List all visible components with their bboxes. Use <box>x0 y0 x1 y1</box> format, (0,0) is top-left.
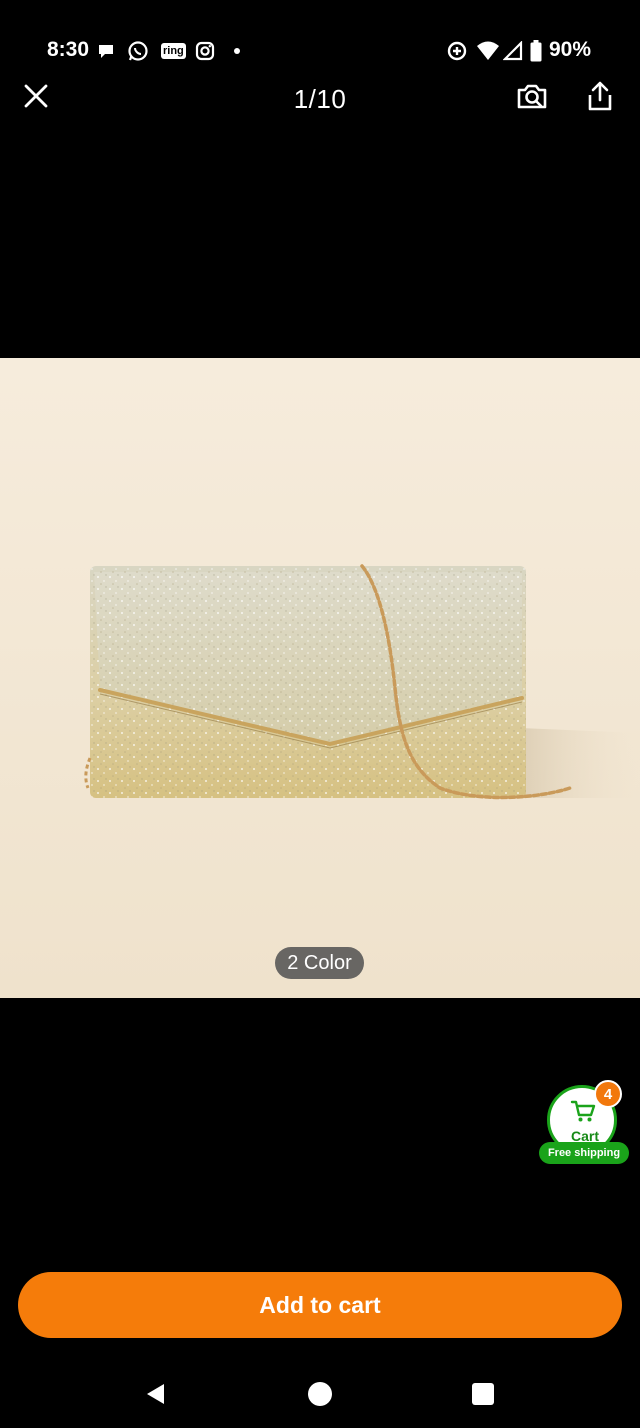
home-circle-icon <box>308 1382 332 1406</box>
product-image[interactable] <box>0 358 640 998</box>
recents-square-icon <box>472 1383 494 1405</box>
instagram-icon <box>195 40 215 62</box>
color-count-pill[interactable]: 2 Color <box>275 947 364 979</box>
chat-bubble-icon <box>96 40 116 62</box>
cart-icon <box>570 1100 596 1122</box>
clutch-bag-illustration <box>0 358 640 998</box>
floating-cart-button[interactable]: Cart 4 Free shipping <box>538 1080 630 1170</box>
data-saver-icon <box>446 40 468 62</box>
back-button[interactable] <box>138 1376 174 1412</box>
notification-dot-icon <box>233 40 241 62</box>
cell-signal-icon <box>503 40 523 62</box>
free-shipping-badge: Free shipping <box>539 1142 629 1164</box>
share-button[interactable] <box>582 76 618 116</box>
ring-logo-text: ring <box>161 43 186 59</box>
camera-search-icon <box>517 84 547 109</box>
status-time: 8:30 <box>47 38 90 61</box>
wifi-icon <box>476 40 500 62</box>
back-triangle-icon <box>147 1384 164 1404</box>
cart-count-badge: 4 <box>594 1080 622 1108</box>
share-icon <box>588 81 612 111</box>
recents-button[interactable] <box>465 1376 501 1412</box>
home-button[interactable] <box>302 1376 338 1412</box>
whatsapp-icon <box>127 40 149 62</box>
battery-percent: 90% <box>549 38 592 61</box>
battery-icon <box>530 40 542 62</box>
add-to-cart-button[interactable]: Add to cart <box>18 1272 622 1338</box>
system-navigation-bar <box>0 1360 640 1428</box>
visual-search-button[interactable] <box>512 76 552 116</box>
ring-app-icon: ring <box>161 40 186 62</box>
